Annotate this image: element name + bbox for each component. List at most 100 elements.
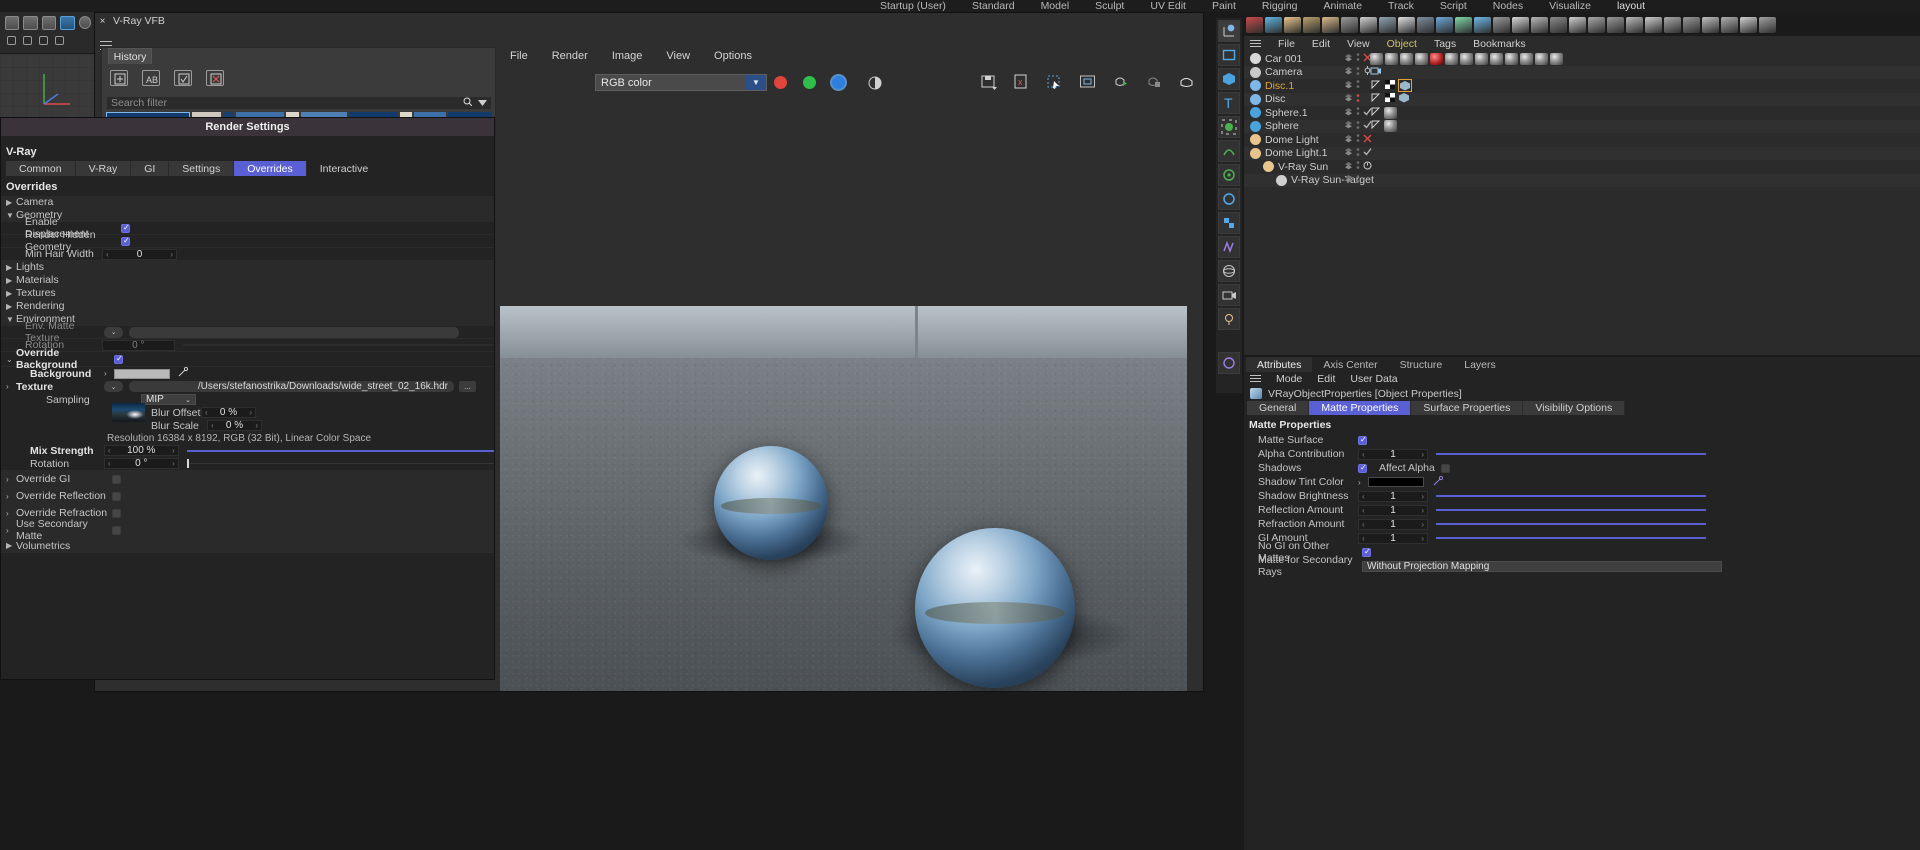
c4d-toolbar-icon-20[interactable] [1607, 17, 1624, 33]
text-tool-icon[interactable]: T [1218, 92, 1240, 114]
attr-subtab-matte-properties[interactable]: Matte Properties [1309, 401, 1411, 415]
top-menu-item-script[interactable]: Script [1440, 0, 1467, 12]
texture-rotation-input[interactable]: ‹ 0 ° › [104, 458, 179, 469]
vfb-menu-render[interactable]: Render [552, 50, 588, 62]
om-menu-tags[interactable]: Tags [1434, 38, 1456, 50]
tab-interactive[interactable]: Interactive [307, 161, 381, 176]
decrement-icon[interactable]: ‹ [1362, 534, 1365, 543]
alpha-contribution-slider[interactable] [1436, 453, 1706, 455]
camera-object-icon[interactable] [1218, 284, 1240, 306]
chevron-down-icon[interactable]: ▼ [746, 75, 766, 90]
object-state-icon[interactable] [1363, 161, 1372, 173]
vfb-menu-options[interactable]: Options [714, 50, 752, 62]
vfb-menu-image[interactable]: Image [612, 50, 643, 62]
channel-select[interactable]: RGB color ▼ [595, 74, 767, 91]
om-menu-bookmarks[interactable]: Bookmarks [1473, 38, 1526, 50]
search-icon[interactable] [463, 97, 472, 109]
override-reflection-checkbox[interactable] [112, 492, 121, 501]
increment-icon[interactable]: › [170, 250, 173, 259]
increment-icon[interactable]: › [1421, 450, 1424, 459]
fit-to-window-icon[interactable] [1079, 74, 1096, 90]
save-image-icon[interactable] [980, 74, 997, 90]
material-tag-icon[interactable] [1400, 53, 1413, 65]
shadow-brightness-slider[interactable] [1436, 495, 1706, 497]
material-tag-icon[interactable] [1385, 53, 1398, 65]
object-list-item[interactable]: Disc.1 [1244, 79, 1920, 93]
override-refraction-checkbox[interactable] [112, 509, 121, 518]
affect-alpha-checkbox[interactable] [1441, 464, 1450, 473]
viewport-left[interactable] [0, 54, 96, 124]
material-tag-icon[interactable] [1505, 53, 1518, 65]
visibility-dots-icon[interactable] [1356, 52, 1360, 65]
select-tool-icon[interactable] [55, 36, 64, 45]
light-bulb-icon[interactable] [1218, 308, 1240, 330]
top-menu-item-track[interactable]: Track [1388, 0, 1414, 12]
rotate-tool-icon[interactable] [39, 36, 48, 45]
increment-icon[interactable]: › [172, 446, 175, 455]
chevron-down-icon[interactable] [478, 97, 487, 109]
history-compare-icon[interactable]: AB [142, 70, 160, 86]
top-menu-item-standard[interactable]: Standard [972, 0, 1015, 12]
material-tag-icon[interactable] [1490, 53, 1503, 65]
group-rendering[interactable]: ▶ Rendering [1, 300, 494, 313]
object-list-item[interactable]: V-Ray Sun-Target [1244, 174, 1920, 188]
vfb-render-area[interactable] [500, 101, 1203, 691]
decrement-icon[interactable]: ‹ [106, 250, 109, 259]
decrement-icon[interactable]: ‹ [205, 408, 208, 417]
refraction-amount-input[interactable]: ‹ 1 › [1358, 519, 1428, 530]
om-menu-file[interactable]: File [1278, 38, 1295, 50]
attr-tab-axis-center[interactable]: Axis Center [1312, 357, 1388, 372]
refraction-amount-slider[interactable] [1436, 523, 1706, 525]
override-gi-checkbox[interactable] [112, 475, 121, 484]
object-state-icon[interactable] [1363, 147, 1372, 159]
green-channel-button[interactable] [803, 76, 816, 89]
attr-menu-mode[interactable]: Mode [1276, 373, 1302, 385]
vray-object-properties-tag-icon[interactable] [1398, 92, 1410, 106]
phong-tag-icon[interactable] [1370, 106, 1382, 120]
attr-menu-edit[interactable]: Edit [1317, 373, 1335, 385]
layer-icon[interactable] [1344, 120, 1353, 132]
top-menu-item-model[interactable]: Model [1041, 0, 1070, 12]
vfb-menu-file[interactable]: File [510, 50, 528, 62]
visibility-dots-icon[interactable] [1356, 120, 1360, 133]
chevron-right-icon[interactable]: ▶ [6, 302, 16, 311]
object-list-item[interactable]: Car 001 [1244, 52, 1920, 66]
vfb-menu-view[interactable]: View [666, 50, 690, 62]
visibility-dots-icon[interactable] [1356, 106, 1360, 119]
top-menu-item-visualize[interactable]: Visualize [1549, 0, 1591, 12]
material-tag-icon[interactable] [1384, 120, 1397, 132]
tab-overrides[interactable]: Overrides [234, 161, 307, 176]
chevron-right-icon[interactable]: ▶ [6, 289, 16, 298]
background-color-swatch[interactable] [114, 369, 170, 379]
c4d-toolbar-icon-5[interactable] [1322, 17, 1339, 33]
object-list-item[interactable]: Sphere.1 [1244, 106, 1920, 120]
visibility-dots-icon[interactable] [1356, 147, 1360, 160]
chevron-right-icon[interactable]: ▶ [6, 263, 16, 272]
c4d-toolbar-icon-18[interactable] [1569, 17, 1586, 33]
open-scene-icon[interactable] [23, 16, 37, 30]
group-lights[interactable]: ▶ Lights [1, 261, 494, 274]
c4d-toolbar-icon-28[interactable] [1759, 17, 1776, 33]
decrement-icon[interactable]: ‹ [211, 421, 214, 430]
material-tag-icon[interactable] [1475, 53, 1488, 65]
phong-tag-icon[interactable] [1370, 92, 1382, 106]
mix-strength-slider[interactable] [187, 450, 494, 452]
env-rotation-slider[interactable] [183, 344, 494, 346]
increment-icon[interactable]: › [1421, 534, 1424, 543]
attr-menu-user-data[interactable]: User Data [1350, 373, 1397, 385]
gi-amount-input[interactable]: ‹ 1 › [1358, 533, 1428, 544]
c4d-toolbar-icon-13[interactable] [1474, 17, 1491, 33]
c4d-toolbar-icon-6[interactable] [1341, 17, 1358, 33]
c4d-toolbar-icon-24[interactable] [1683, 17, 1700, 33]
texture-path-input[interactable]: /Users/stefanostrika/Downloads/wide_stre… [129, 381, 454, 392]
decrement-icon[interactable]: ‹ [1362, 506, 1365, 515]
chevron-right-icon[interactable]: ▶ [6, 541, 16, 550]
material-node-icon[interactable] [1218, 352, 1240, 374]
layer-icon[interactable] [1344, 147, 1353, 159]
group-textures[interactable]: ▶ Textures [1, 287, 494, 300]
chevron-right-icon[interactable]: › [1358, 478, 1368, 487]
rectangle-spline-icon[interactable] [1218, 44, 1240, 66]
c4d-toolbar-icon-25[interactable] [1702, 17, 1719, 33]
increment-icon[interactable]: › [249, 408, 252, 417]
visibility-dots-icon[interactable] [1356, 79, 1360, 92]
